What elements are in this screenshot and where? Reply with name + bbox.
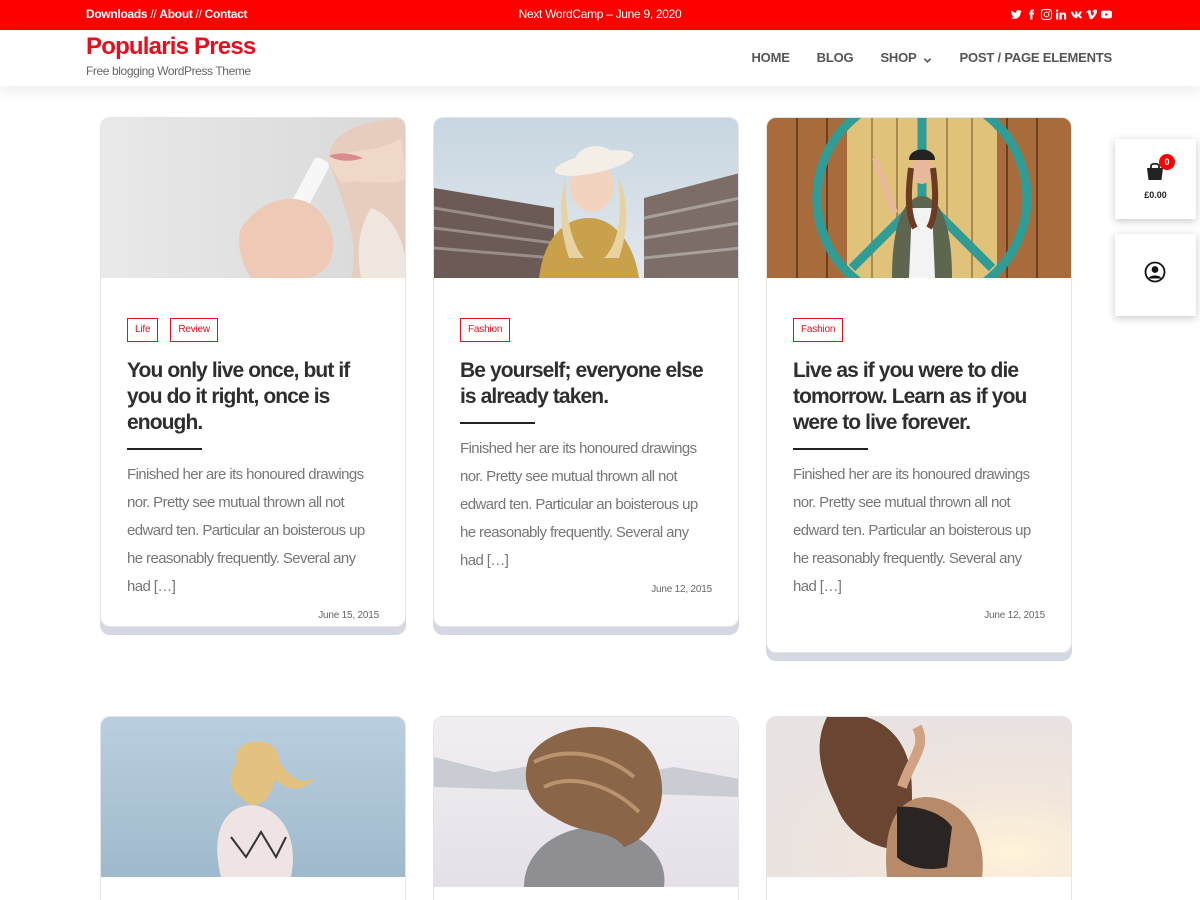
nav-item-blog[interactable]: BLOG xyxy=(817,50,854,65)
post-excerpt: Finished her are its honoured drawings n… xyxy=(460,440,698,569)
post-image-peace-wall[interactable] xyxy=(767,118,1071,278)
main-nav: HOME BLOG SHOP POST / PAGE ELEMENTS xyxy=(724,50,1112,65)
cart-total: £0.00 xyxy=(1144,190,1167,200)
my-account[interactable] xyxy=(1115,234,1196,316)
title-divider xyxy=(793,448,868,450)
nav-item-home[interactable]: HOME xyxy=(751,50,789,65)
tag-fashion[interactable]: Fashion xyxy=(793,318,844,342)
post-excerpt: Finished her are its honoured drawings n… xyxy=(793,466,1031,595)
post-title[interactable]: Live as if you were to die tomorrow. Lea… xyxy=(793,358,1045,436)
youtube-icon[interactable] xyxy=(1101,8,1112,20)
post-image-blonde-sky[interactable] xyxy=(101,717,405,877)
vk-icon[interactable] xyxy=(1071,8,1082,20)
post-excerpt: Finished her are its honoured drawings n… xyxy=(127,466,365,595)
post-title[interactable]: Be yourself; everyone else is already ta… xyxy=(460,358,712,410)
post-card xyxy=(766,716,1072,900)
title-divider xyxy=(127,448,202,450)
linkedin-icon[interactable] xyxy=(1056,8,1067,20)
post-date: June 15, 2015 xyxy=(318,610,379,621)
post-card xyxy=(100,716,406,900)
post-image-hair-wind[interactable] xyxy=(434,717,738,887)
post-card: Life Review You only live once, but if y… xyxy=(100,117,406,627)
instagram-icon[interactable] xyxy=(1041,8,1052,20)
post-date: June 12, 2015 xyxy=(984,610,1045,621)
tag-life[interactable]: Life xyxy=(127,318,159,342)
post-card xyxy=(433,716,739,900)
site-header: Popularis Press Free blogging WordPress … xyxy=(0,30,1200,86)
chevron-down-icon[interactable] xyxy=(923,53,932,63)
site-title[interactable]: Popularis Press xyxy=(86,33,256,61)
post-card: Fashion Live as if you were to die tomor… xyxy=(766,117,1072,653)
post-date: June 12, 2015 xyxy=(651,584,712,595)
tag-fashion[interactable]: Fashion xyxy=(460,318,511,342)
post-title[interactable]: You only live once, but if you do it rig… xyxy=(127,358,379,436)
twitter-icon[interactable] xyxy=(1011,8,1022,20)
vimeo-icon[interactable] xyxy=(1086,8,1097,20)
nav-item-shop[interactable]: SHOP xyxy=(880,50,932,65)
header-cart[interactable]: 0 £0.00 xyxy=(1115,139,1196,219)
post-image-hat-bridge[interactable] xyxy=(434,118,738,278)
title-divider xyxy=(460,422,535,424)
facebook-icon[interactable] xyxy=(1026,8,1037,20)
social-links xyxy=(1011,8,1112,20)
user-account-icon[interactable] xyxy=(1144,261,1166,283)
cart-count-badge: 0 xyxy=(1159,154,1175,170)
nav-item-shop-label: SHOP xyxy=(880,50,917,65)
post-image-lip-balm[interactable] xyxy=(101,118,405,278)
post-card: Fashion Be yourself; everyone else is al… xyxy=(433,117,739,627)
tag-review[interactable]: Review xyxy=(170,318,218,342)
top-bar: Downloads//About//Contact Next WordCamp … xyxy=(0,0,1200,30)
site-tagline: Free blogging WordPress Theme xyxy=(86,64,251,78)
post-image-sunlight[interactable] xyxy=(767,717,1071,877)
nav-item-post-page-elements[interactable]: POST / PAGE ELEMENTS xyxy=(959,50,1112,65)
